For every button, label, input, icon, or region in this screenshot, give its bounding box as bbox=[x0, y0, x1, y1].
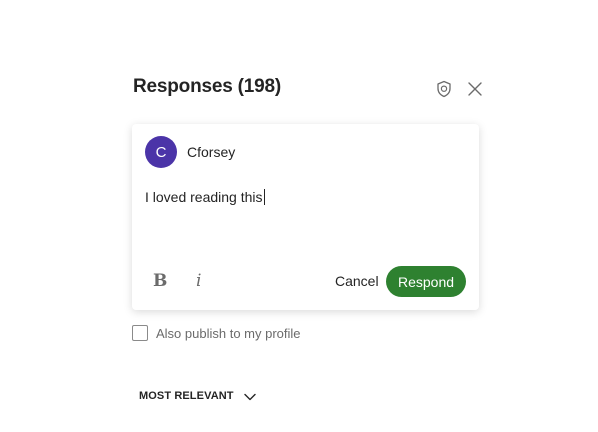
italic-button[interactable]: i bbox=[196, 271, 201, 291]
close-icon[interactable] bbox=[465, 79, 485, 99]
publish-label: Also publish to my profile bbox=[156, 326, 301, 341]
response-composer: C Cforsey I loved reading this B i Cance… bbox=[132, 124, 479, 310]
shield-icon[interactable] bbox=[435, 80, 453, 98]
response-text-field[interactable]: I loved reading this bbox=[145, 189, 465, 205]
response-text: I loved reading this bbox=[145, 189, 263, 205]
text-caret bbox=[263, 189, 265, 205]
chevron-down-icon bbox=[243, 390, 257, 402]
respond-button[interactable]: Respond bbox=[386, 266, 466, 297]
username: Cforsey bbox=[187, 144, 236, 160]
cancel-button[interactable]: Cancel bbox=[335, 273, 379, 289]
responses-header: Responses (198) bbox=[133, 76, 483, 102]
publish-checkbox[interactable] bbox=[132, 325, 148, 341]
bold-button[interactable]: B bbox=[153, 271, 167, 291]
avatar: C bbox=[145, 136, 177, 168]
responses-panel: Responses (198) C Cforsey I loved readin… bbox=[0, 0, 598, 432]
sort-label: MOST RELEVANT bbox=[139, 390, 234, 402]
page-title: Responses (198) bbox=[133, 76, 282, 97]
